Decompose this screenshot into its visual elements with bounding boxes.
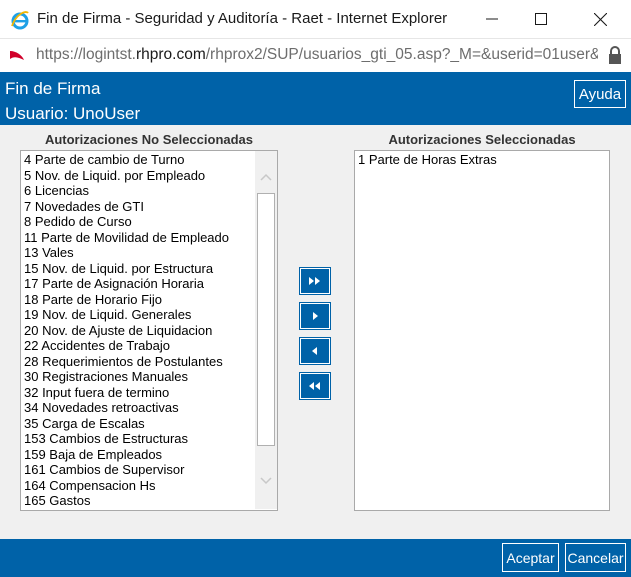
list-item[interactable]: 11 Parte de Movilidad de Empleado bbox=[21, 230, 277, 246]
address-bar[interactable]: https://logintst.rhpro.com/rhprox2/SUP/u… bbox=[0, 38, 631, 70]
list-item[interactable]: 19 Nov. de Liquid. Generales bbox=[21, 307, 277, 323]
user-label: Usuario: UnoUser bbox=[5, 104, 141, 123]
list-item[interactable]: 153 Cambios de Estructuras bbox=[21, 431, 277, 447]
authorization-selector: Autorizaciones No Seleccionadas Autoriza… bbox=[0, 125, 631, 539]
unselected-scrollbar[interactable] bbox=[255, 151, 277, 509]
cancel-button[interactable]: Cancelar bbox=[565, 543, 626, 572]
double-chevron-left-icon bbox=[309, 382, 320, 390]
double-chevron-right-icon bbox=[309, 277, 320, 285]
remove-one-button[interactable] bbox=[299, 337, 331, 365]
list-item[interactable]: 159 Baja de Empleados bbox=[21, 447, 277, 463]
lock-icon[interactable] bbox=[607, 45, 623, 65]
maximize-button[interactable] bbox=[516, 0, 566, 38]
list-item[interactable]: 13 Vales bbox=[21, 245, 277, 261]
url-domain: rhpro.com bbox=[135, 46, 206, 63]
list-item[interactable]: 32 Input fuera de termino bbox=[21, 385, 277, 401]
add-all-button[interactable] bbox=[299, 267, 331, 295]
list-item[interactable]: 4 Parte de cambio de Turno bbox=[21, 152, 277, 168]
chevron-down-icon bbox=[260, 477, 272, 485]
list-item[interactable]: 161 Cambios de Supervisor bbox=[21, 462, 277, 478]
accept-button[interactable]: Aceptar bbox=[502, 543, 559, 572]
unselected-listbox[interactable]: 4 Parte de cambio de Turno 5 Nov. de Liqu… bbox=[20, 150, 278, 511]
chevron-left-icon bbox=[312, 347, 317, 355]
list-item[interactable]: 28 Requerimientos de Postulantes bbox=[21, 354, 277, 370]
list-item[interactable]: 5 Nov. de Liquid. por Empleado bbox=[21, 168, 277, 184]
page-header: Fin de Firma Usuario: UnoUser bbox=[0, 72, 631, 125]
list-item[interactable]: 22 Accidentes de Trabajo bbox=[21, 338, 277, 354]
window-title-bar: Fin de Firma - Seguridad y Auditoría - R… bbox=[0, 0, 631, 38]
list-item[interactable]: 7 Novedades de GTI bbox=[21, 199, 277, 215]
scroll-up-button[interactable] bbox=[255, 167, 277, 187]
list-item[interactable]: 8 Pedido de Curso bbox=[21, 214, 277, 230]
selected-items: 1 Parte de Horas Extras bbox=[355, 151, 609, 168]
add-one-button[interactable] bbox=[299, 302, 331, 330]
unselected-items: 4 Parte de cambio de Turno 5 Nov. de Liqu… bbox=[21, 151, 277, 509]
selected-listbox[interactable]: 1 Parte de Horas Extras bbox=[354, 150, 610, 511]
window-title: Fin de Firma - Seguridad y Auditoría - R… bbox=[37, 10, 448, 27]
list-item[interactable]: 35 Carga de Escalas bbox=[21, 416, 277, 432]
close-icon bbox=[593, 12, 607, 26]
list-item[interactable]: 17 Parte de Asignación Horaria bbox=[21, 276, 277, 292]
list-item[interactable]: 30 Registraciones Manuales bbox=[21, 369, 277, 385]
list-item[interactable]: 15 Nov. de Liquid. por Estructura bbox=[21, 261, 277, 277]
list-item[interactable]: 164 Compensacion Hs bbox=[21, 478, 277, 494]
url-field[interactable]: https://logintst.rhpro.com/rhprox2/SUP/u… bbox=[36, 46, 598, 64]
scroll-down-button[interactable] bbox=[255, 471, 277, 491]
minimize-icon bbox=[486, 18, 498, 20]
selected-title: Autorizaciones Seleccionadas bbox=[388, 132, 576, 147]
close-button[interactable] bbox=[575, 0, 625, 38]
minimize-button[interactable] bbox=[467, 0, 517, 38]
scroll-thumb[interactable] bbox=[257, 193, 275, 446]
site-favicon-icon bbox=[10, 51, 24, 60]
chevron-right-icon bbox=[313, 312, 318, 320]
list-item[interactable]: 34 Novedades retroactivas bbox=[21, 400, 277, 416]
list-item[interactable]: 165 Gastos bbox=[21, 493, 277, 509]
internet-explorer-icon bbox=[11, 11, 29, 30]
list-item[interactable]: 20 Nov. de Ajuste de Liquidacion bbox=[21, 323, 277, 339]
chevron-up-icon bbox=[260, 173, 272, 181]
list-item[interactable]: 1 Parte de Horas Extras bbox=[355, 152, 609, 168]
remove-all-button[interactable] bbox=[299, 372, 331, 400]
url-prefix: https://logintst. bbox=[36, 46, 136, 63]
list-item[interactable]: 18 Parte de Horario Fijo bbox=[21, 292, 277, 308]
list-item[interactable]: 6 Licencias bbox=[21, 183, 277, 199]
page-title: Fin de Firma bbox=[5, 79, 101, 98]
url-path: /rhprox2/SUP/usuarios_gti_05.asp?_M=&use… bbox=[205, 46, 598, 63]
unselected-title: Autorizaciones No Seleccionadas bbox=[44, 132, 254, 147]
help-button[interactable]: Ayuda bbox=[574, 80, 626, 108]
maximize-icon bbox=[535, 13, 547, 25]
